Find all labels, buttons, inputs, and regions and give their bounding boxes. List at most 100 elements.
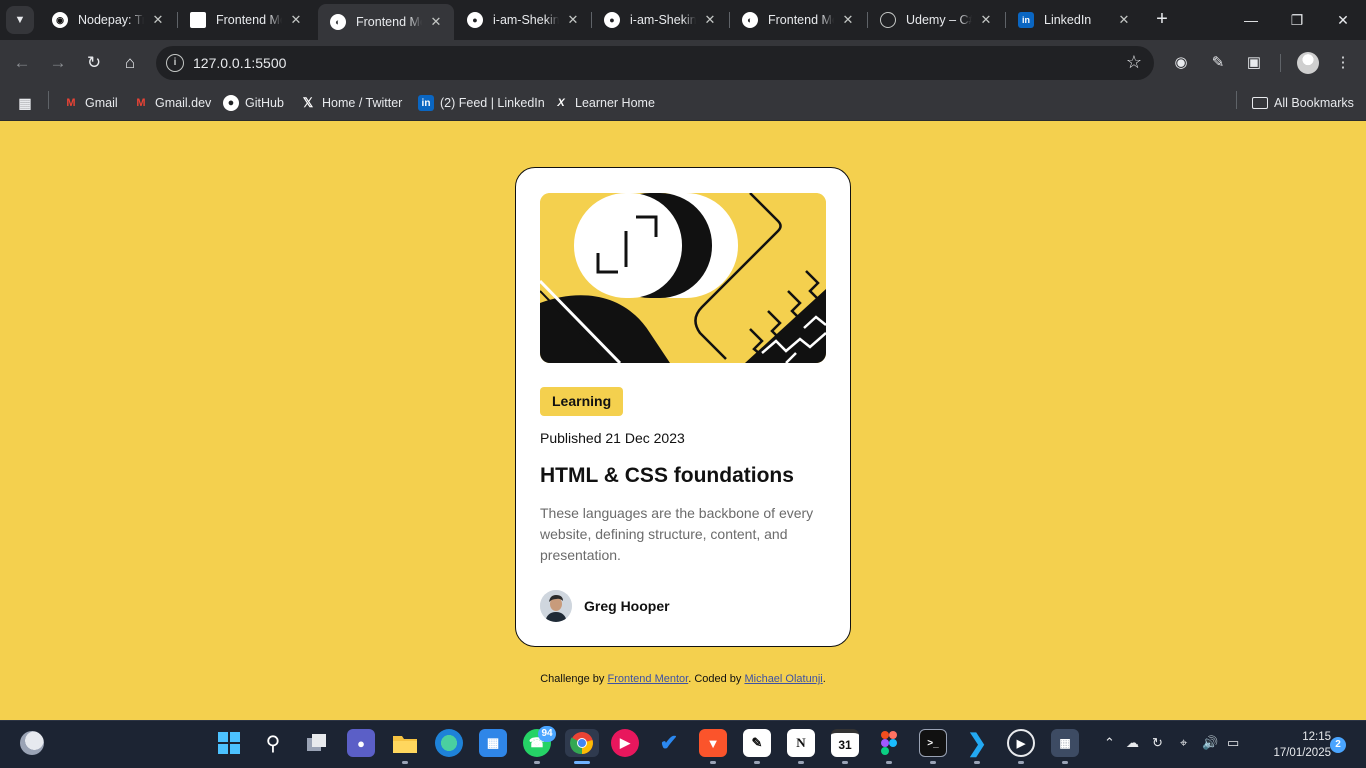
- author-link[interactable]: Michael Olatunji: [744, 673, 822, 685]
- extension-owl-icon[interactable]: ◉: [1170, 52, 1192, 74]
- bookmark-gmail[interactable]: M Gmail: [63, 93, 117, 113]
- close-tab-icon[interactable]: ✕: [978, 12, 994, 28]
- video-player-icon[interactable]: ▶: [1007, 729, 1035, 757]
- wifi-icon[interactable]: ⌖: [1180, 735, 1187, 751]
- tab-udemy[interactable]: Udemy – C# ✕: [868, 4, 1004, 36]
- onedrive-icon[interactable]: ☁: [1126, 735, 1139, 751]
- tab-title: Nodepay: Tra: [78, 13, 144, 27]
- taskbar: ⚲ ● ▦ ☎ 94 ▶ ✔ ▼ ✎ N 31 >_ ❯ ▶ ▦ ⌃ ☁ ↻ ⌖…: [0, 720, 1366, 768]
- gmail-icon: M: [66, 97, 76, 109]
- new-tab-button[interactable]: +: [1150, 8, 1174, 32]
- close-tab-icon[interactable]: ✕: [288, 12, 304, 28]
- edx-icon: X: [557, 97, 565, 109]
- apps-grid-icon[interactable]: ▦: [17, 93, 39, 113]
- todo-icon[interactable]: ✔: [655, 729, 683, 757]
- close-tab-icon[interactable]: ✕: [840, 12, 856, 28]
- volume-icon[interactable]: 🔊: [1202, 735, 1218, 751]
- chrome-icon[interactable]: [565, 729, 599, 757]
- close-tab-icon[interactable]: ✕: [565, 12, 581, 28]
- bookmark-gmail-dev[interactable]: M Gmail.dev: [133, 93, 211, 113]
- tab-frontend-mentor-1[interactable]: Frontend Me ✕: [178, 4, 314, 36]
- task-view-icon[interactable]: [303, 729, 331, 757]
- tab-nodepay[interactable]: ◉ Nodepay: Tra ✕: [40, 4, 176, 36]
- address-bar[interactable]: i 127.0.0.1:5500 ☆: [156, 46, 1154, 80]
- home-button[interactable]: ⌂: [118, 51, 142, 75]
- file-explorer-icon[interactable]: [391, 729, 419, 757]
- x-icon: 𝕏: [302, 95, 314, 110]
- bookmark-linkedin[interactable]: in (2) Feed | LinkedIn: [418, 93, 545, 113]
- tab-title: Udemy – C#: [906, 13, 972, 27]
- profile-avatar[interactable]: [1297, 52, 1319, 74]
- edge-icon[interactable]: [435, 729, 463, 757]
- whatsapp-badge: 94: [538, 726, 556, 742]
- calculator-icon[interactable]: ▦: [1051, 729, 1079, 757]
- figma-icon[interactable]: [875, 729, 903, 757]
- frontend-mentor-icon: ◐: [742, 12, 758, 28]
- tab-frontend-mentor-2[interactable]: ◐ Frontend Me ✕: [730, 4, 866, 36]
- media-player-icon[interactable]: ▶: [611, 729, 639, 757]
- search-icon[interactable]: ⚲: [259, 729, 287, 757]
- bookmark-twitter[interactable]: 𝕏 Home / Twitter: [300, 93, 403, 113]
- tab-search-button[interactable]: ▼: [6, 6, 34, 34]
- bookmark-star-icon[interactable]: ☆: [1126, 52, 1142, 73]
- restore-button[interactable]: ❐: [1275, 6, 1319, 34]
- tab-frontend-mentor-active[interactable]: ◐ Frontend Me ✕: [318, 4, 454, 40]
- weather-widget-icon[interactable]: [20, 731, 44, 755]
- calendar-icon[interactable]: 31: [831, 729, 859, 757]
- tab-title: Frontend Me: [216, 13, 282, 27]
- card-illustration: [540, 193, 826, 363]
- globe-icon: [880, 12, 896, 28]
- sync-icon[interactable]: ↻: [1152, 735, 1163, 751]
- author-avatar: [540, 590, 572, 622]
- more-menu-icon[interactable]: ⋮: [1332, 52, 1354, 74]
- forward-button[interactable]: →: [46, 51, 70, 75]
- notification-badge[interactable]: 2: [1330, 737, 1346, 753]
- bookmark-learner-home[interactable]: X Learner Home: [553, 93, 655, 113]
- bookmark-github[interactable]: ● GitHub: [223, 93, 284, 113]
- github-icon: ●: [467, 12, 483, 28]
- frontend-mentor-link[interactable]: Frontend Mentor: [607, 673, 688, 685]
- close-window-button[interactable]: ✕: [1321, 6, 1365, 34]
- tab-strip: ▼ ◉ Nodepay: Tra ✕ Frontend Me ✕ ◐ Front…: [0, 0, 1366, 40]
- nodepay-icon: ◉: [52, 12, 68, 28]
- address-url[interactable]: 127.0.0.1:5500: [193, 55, 286, 71]
- browser-toolbar: ← → ↻ ⌂ i 127.0.0.1:5500 ☆ ◉ ✎ ▣ ⋮: [0, 40, 1366, 86]
- linkedin-icon: in: [1018, 12, 1034, 28]
- start-windows-icon[interactable]: [215, 729, 243, 757]
- battery-icon[interactable]: ▭: [1227, 735, 1239, 751]
- extensions-puzzle-icon[interactable]: ▣: [1243, 52, 1265, 74]
- tab-github-1[interactable]: ● i-am-Shekina ✕: [455, 4, 591, 36]
- close-tab-icon[interactable]: ✕: [150, 12, 166, 28]
- reload-button[interactable]: ↻: [82, 51, 106, 75]
- tab-title: LinkedIn: [1044, 13, 1092, 27]
- close-tab-icon[interactable]: ✕: [428, 14, 444, 30]
- pen-app-icon[interactable]: ✎: [743, 729, 771, 757]
- frontend-mentor-icon: [190, 12, 206, 28]
- tab-linkedin[interactable]: in LinkedIn ✕: [1006, 4, 1142, 36]
- extension-pen-icon[interactable]: ✎: [1207, 52, 1229, 74]
- microsoft-store-icon[interactable]: ▦: [479, 729, 507, 757]
- gmail-icon: M: [136, 97, 146, 109]
- frontend-mentor-icon: ◐: [330, 14, 346, 30]
- close-tab-icon[interactable]: ✕: [702, 12, 718, 28]
- all-bookmarks-folder[interactable]: All Bookmarks: [1252, 93, 1354, 113]
- system-clock[interactable]: 12:15 17/01/2025: [1255, 729, 1331, 761]
- bookmarks-bar: ▦ M Gmail M Gmail.dev ● GitHub 𝕏 Home / …: [0, 86, 1366, 121]
- close-tab-icon[interactable]: ✕: [1116, 12, 1132, 28]
- vscode-icon[interactable]: ❯: [963, 729, 991, 757]
- minimize-button[interactable]: —: [1229, 6, 1273, 34]
- card-description: These languages are the backbone of ever…: [540, 505, 814, 563]
- tab-github-2[interactable]: ● i-am-Shekina ✕: [592, 4, 728, 36]
- tab-title: i-am-Shekina: [493, 13, 559, 27]
- back-button[interactable]: ←: [10, 51, 34, 75]
- tray-overflow-icon[interactable]: ⌃: [1104, 735, 1115, 751]
- terminal-icon[interactable]: >_: [919, 729, 947, 757]
- author-name: Greg Hooper: [584, 598, 670, 614]
- brave-icon[interactable]: ▼: [699, 729, 727, 757]
- published-date: Published 21 Dec 2023: [540, 430, 685, 446]
- site-info-icon[interactable]: i: [166, 54, 184, 72]
- card-title[interactable]: HTML & CSS foundations: [540, 464, 794, 488]
- teams-icon[interactable]: ●: [347, 729, 375, 757]
- tab-title: i-am-Shekina: [630, 13, 696, 27]
- notion-icon[interactable]: N: [787, 729, 815, 757]
